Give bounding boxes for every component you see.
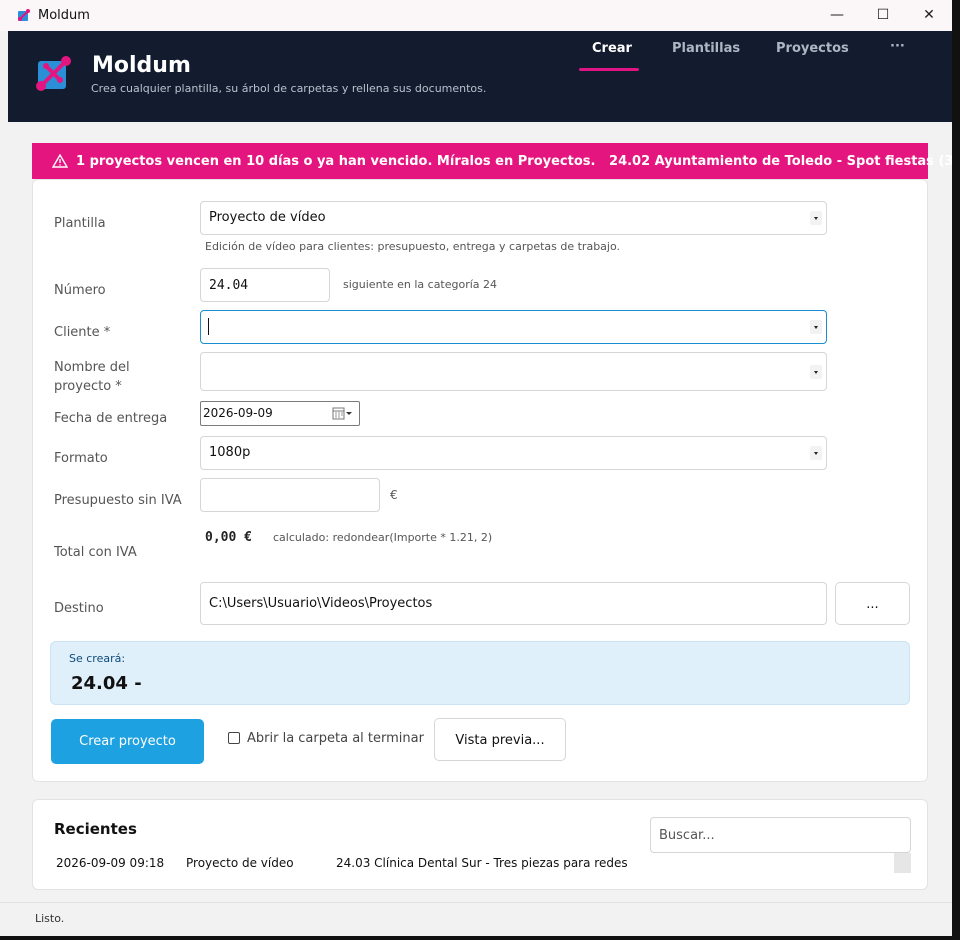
cliente-combobox[interactable]: [200, 310, 827, 344]
formato-label: Formato: [54, 451, 108, 466]
fecha-entrega-label: Fecha de entrega: [54, 411, 168, 426]
chevron-down-icon: [810, 365, 822, 379]
chevron-down-icon: [810, 446, 822, 460]
app-name: Moldum: [92, 53, 191, 78]
numero-input[interactable]: 24.04: [200, 268, 330, 302]
tab-proyectos[interactable]: Proyectos: [776, 41, 849, 56]
close-button[interactable]: ✕: [906, 0, 952, 31]
nombre-proyecto-label: Nombre del proyecto *: [54, 358, 130, 396]
table-row[interactable]: 2026-09-09 09:18 Proyecto de vídeo 24.03…: [33, 856, 883, 876]
app-logo-icon: [18, 9, 30, 21]
create-project-button[interactable]: Crear proyecto: [51, 719, 204, 764]
creation-preview: Se creará: 24.04 -: [50, 641, 910, 705]
app-window: Moldum — ☐ ✕ Moldum Crea cualquier plant…: [0, 0, 960, 940]
calendar-icon[interactable]: [332, 407, 354, 420]
recent-card: Recientes Buscar... 2026-09-09 09:18 Pro…: [32, 799, 928, 890]
formato-select[interactable]: 1080p: [200, 436, 827, 470]
tab-crear[interactable]: Crear: [592, 41, 632, 56]
warning-icon: [52, 154, 68, 168]
status-bar: Listo.: [0, 902, 952, 936]
preview-label: Se creará:: [69, 652, 126, 665]
numero-label: Número: [54, 283, 106, 298]
destino-value: C:\Users\Usuario\Videos\Proyectos: [209, 596, 433, 611]
open-folder-checkbox[interactable]: [228, 732, 240, 744]
window-title: Moldum: [38, 8, 90, 23]
presupuesto-unit: €: [390, 488, 398, 502]
nombre-proyecto-combobox[interactable]: [200, 352, 827, 391]
numero-hint: siguiente en la categoría 24: [343, 278, 498, 291]
title-bar: Moldum — ☐ ✕: [0, 0, 952, 31]
fecha-entrega-picker[interactable]: 2026-09-09: [200, 401, 360, 426]
browse-button[interactable]: ...: [835, 582, 910, 625]
alert-text: 1 proyectos vencen en 10 días o ya han v…: [76, 154, 960, 169]
cliente-label: Cliente *: [54, 325, 111, 340]
deadline-alert[interactable]: 1 proyectos vencen en 10 días o ya han v…: [32, 143, 952, 179]
total-formula: calculado: redondear(Importe * 1.21, 2): [273, 531, 493, 544]
text-cursor: [208, 318, 209, 335]
status-text: Listo.: [35, 912, 65, 925]
plantilla-value: Proyecto de vídeo: [209, 210, 326, 225]
app-subtitle: Crea cualquier plantilla, su árbol de ca…: [91, 82, 487, 95]
destino-input[interactable]: C:\Users\Usuario\Videos\Proyectos: [200, 582, 827, 625]
preview-value: 24.04 -: [71, 673, 142, 694]
app-logo-icon: [36, 56, 71, 91]
recent-date: 2026-09-09 09:18: [56, 856, 165, 870]
maximize-button[interactable]: ☐: [860, 0, 906, 31]
open-folder-label[interactable]: Abrir la carpeta al terminar: [247, 729, 424, 748]
fecha-entrega-value: 2026-09-09: [203, 406, 273, 420]
search-placeholder: Buscar...: [659, 828, 715, 843]
chevron-down-icon: [810, 211, 822, 225]
recent-title: Recientes: [54, 820, 137, 838]
total-value: 0,00 €: [205, 530, 252, 545]
recent-name: 24.03 Clínica Dental Sur - Tres piezas p…: [336, 856, 628, 870]
presupuesto-input[interactable]: [200, 478, 380, 512]
minimize-button[interactable]: —: [814, 0, 860, 31]
preview-button[interactable]: Vista previa...: [434, 718, 566, 761]
total-label: Total con IVA: [54, 545, 137, 560]
nombre-proyecto-label-line1: Nombre del: [54, 360, 130, 375]
more-menu-icon[interactable]: ···: [890, 39, 905, 54]
plantilla-select[interactable]: Proyecto de vídeo: [200, 201, 827, 235]
plantilla-label: Plantilla: [54, 216, 106, 231]
numero-value: 24.04: [209, 278, 249, 293]
app-header: Moldum Crea cualquier plantilla, su árbo…: [8, 31, 952, 122]
tab-plantillas[interactable]: Plantillas: [672, 41, 740, 56]
active-tab-indicator: [579, 68, 639, 71]
plantilla-description: Edición de vídeo para clientes: presupue…: [205, 240, 621, 253]
recent-template: Proyecto de vídeo: [186, 856, 294, 870]
formato-value: 1080p: [209, 445, 251, 460]
chevron-down-icon: [810, 320, 822, 334]
presupuesto-label: Presupuesto sin IVA: [54, 493, 182, 508]
scrollbar[interactable]: [894, 853, 911, 873]
recent-search-input[interactable]: Buscar...: [650, 817, 911, 853]
destino-label: Destino: [54, 601, 104, 616]
nombre-proyecto-label-line2: proyecto *: [54, 379, 122, 394]
